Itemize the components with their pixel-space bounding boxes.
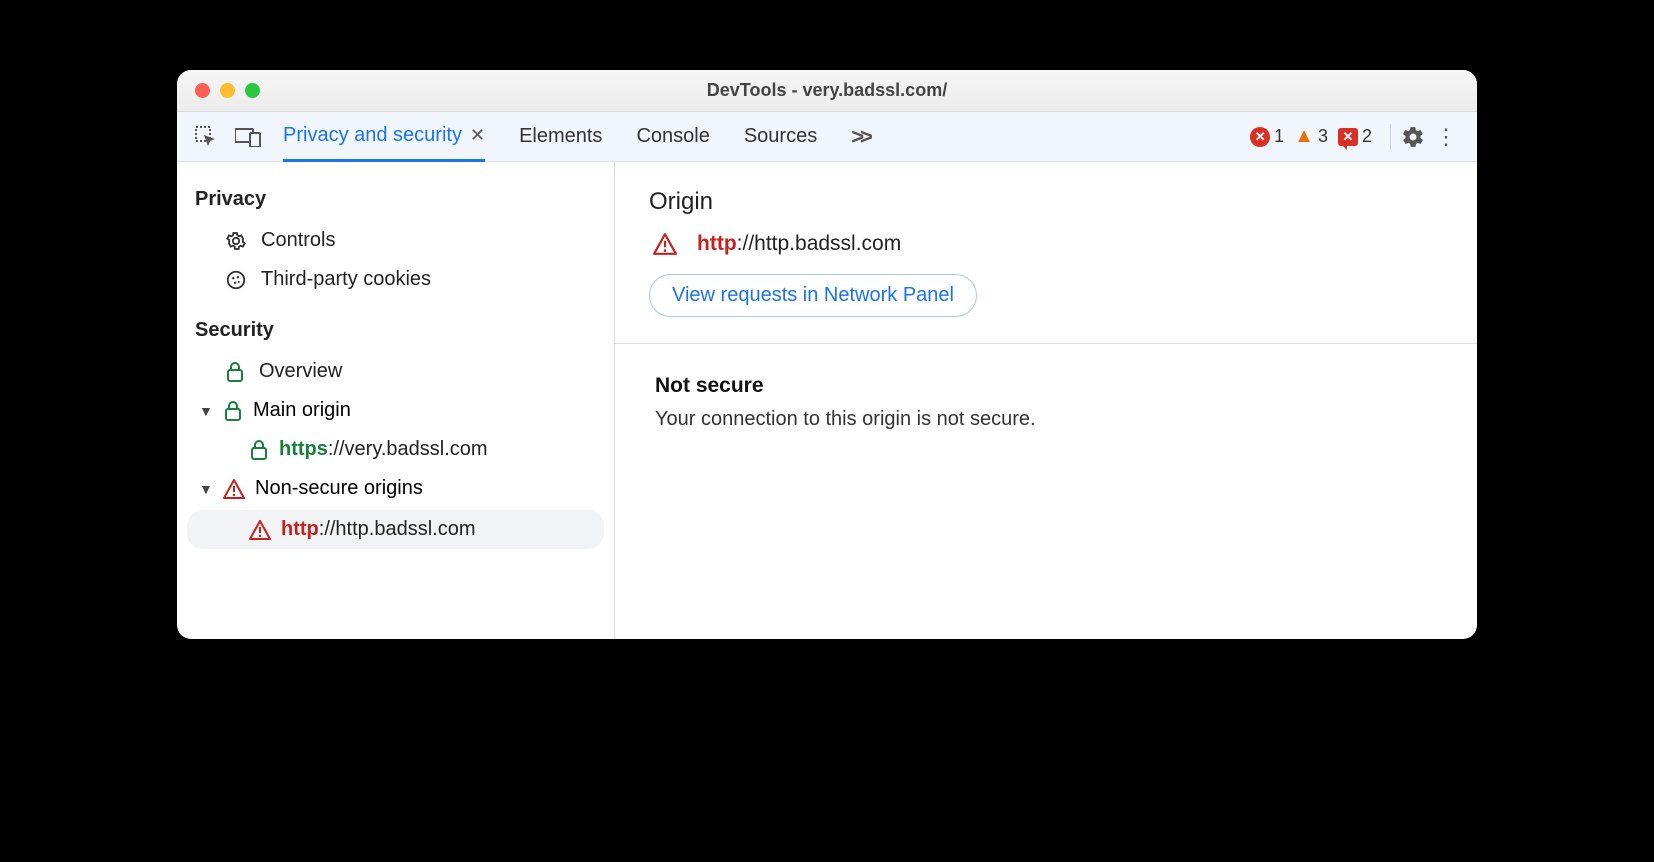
- origin-summary: Origin http://http.badssl.com View reque…: [615, 162, 1477, 344]
- origin-details: Origin http://http.badssl.com View reque…: [615, 162, 1477, 639]
- tab-sources[interactable]: Sources: [744, 112, 817, 162]
- tab-label: Console: [636, 125, 709, 148]
- issues-badge[interactable]: ✕ 2: [1338, 126, 1372, 147]
- tab-label: Elements: [519, 125, 602, 148]
- security-sidebar: Privacy Controls Third-party cookies Sec…: [177, 162, 615, 639]
- status-description: Your connection to this origin is not se…: [655, 408, 1437, 431]
- issue-icon: ✕: [1338, 128, 1358, 146]
- warning-icon: ▲: [1294, 125, 1314, 148]
- origin-heading: Origin: [649, 188, 1443, 216]
- warnings-count: 3: [1318, 126, 1328, 147]
- device-toolbar-icon[interactable]: [235, 127, 261, 147]
- settings-icon[interactable]: [1401, 125, 1425, 149]
- url-rest: ://http.badssl.com: [737, 232, 902, 255]
- warning-triangle-icon: [223, 479, 245, 499]
- warnings-badge[interactable]: ▲ 3: [1294, 125, 1328, 148]
- sidebar-item-label: Overview: [259, 360, 342, 383]
- warning-triangle-icon: [249, 520, 271, 540]
- caret-down-icon[interactable]: ▼: [199, 481, 213, 497]
- lock-icon: [225, 361, 245, 383]
- lock-icon: [249, 439, 269, 461]
- url-rest: ://http.badssl.com: [319, 518, 476, 540]
- error-icon: ✕: [1250, 127, 1270, 147]
- cookie-icon: [225, 269, 247, 291]
- devtools-window: DevTools - very.badssl.com/ Privacy and …: [177, 70, 1477, 639]
- lock-icon: [223, 400, 243, 422]
- sidebar-item-label: Controls: [261, 229, 335, 252]
- panel-content: Privacy Controls Third-party cookies Sec…: [177, 162, 1477, 639]
- tab-label: Sources: [744, 125, 817, 148]
- tab-elements[interactable]: Elements: [519, 112, 602, 162]
- security-section-header: Security: [177, 313, 614, 352]
- url-scheme: http: [281, 518, 319, 540]
- privacy-section-header: Privacy: [177, 182, 614, 221]
- more-tabs-icon[interactable]: >>: [851, 124, 869, 150]
- sidebar-item-nonsecure[interactable]: ▼ Non-secure origins: [177, 469, 614, 508]
- origin-url: http://http.badssl.com: [281, 518, 476, 541]
- button-label: View requests in Network Panel: [672, 284, 954, 306]
- titlebar: DevTools - very.badssl.com/: [177, 70, 1477, 112]
- sidebar-origin-nonsecure[interactable]: http://http.badssl.com: [187, 510, 604, 549]
- status-badges: ✕ 1 ▲ 3 ✕ 2: [1250, 125, 1372, 148]
- sidebar-item-cookies[interactable]: Third-party cookies: [177, 260, 614, 299]
- origin-url: http://http.badssl.com: [697, 232, 901, 256]
- tab-console[interactable]: Console: [636, 112, 709, 162]
- more-options-icon[interactable]: ⋮: [1425, 124, 1467, 150]
- view-requests-button[interactable]: View requests in Network Panel: [649, 274, 977, 317]
- url-scheme: https: [279, 438, 328, 460]
- origin-url: https://very.badssl.com: [279, 438, 488, 461]
- sidebar-item-label: Third-party cookies: [261, 268, 431, 291]
- window-title: DevTools - very.badssl.com/: [177, 80, 1477, 101]
- sidebar-origin-secure[interactable]: https://very.badssl.com: [177, 430, 614, 469]
- caret-down-icon[interactable]: ▼: [199, 403, 213, 419]
- errors-count: 1: [1274, 126, 1284, 147]
- tab-privacy-security[interactable]: Privacy and security ✕: [283, 112, 485, 162]
- status-heading: Not secure: [655, 374, 1437, 398]
- tab-label: Privacy and security: [283, 124, 462, 147]
- url-scheme: http: [697, 232, 737, 255]
- close-tab-icon[interactable]: ✕: [470, 125, 485, 146]
- toolbar-divider: [1390, 124, 1391, 150]
- sidebar-item-overview[interactable]: Overview: [177, 352, 614, 391]
- sidebar-item-label: Main origin: [253, 399, 351, 422]
- devtools-toolbar: Privacy and security ✕ Elements Console …: [177, 112, 1477, 162]
- warning-triangle-icon: [653, 233, 677, 255]
- gear-icon: [225, 230, 247, 252]
- url-rest: ://very.badssl.com: [328, 438, 488, 460]
- inspect-element-icon[interactable]: [195, 126, 217, 148]
- panel-tabs: Privacy and security ✕ Elements Console …: [283, 112, 1250, 162]
- origin-url-row: http://http.badssl.com: [649, 232, 1443, 256]
- security-status: Not secure Your connection to this origi…: [615, 344, 1477, 461]
- issues-count: 2: [1362, 126, 1372, 147]
- sidebar-item-controls[interactable]: Controls: [177, 221, 614, 260]
- sidebar-item-label: Non-secure origins: [255, 477, 423, 500]
- errors-badge[interactable]: ✕ 1: [1250, 126, 1284, 147]
- sidebar-item-main-origin[interactable]: ▼ Main origin: [177, 391, 614, 430]
